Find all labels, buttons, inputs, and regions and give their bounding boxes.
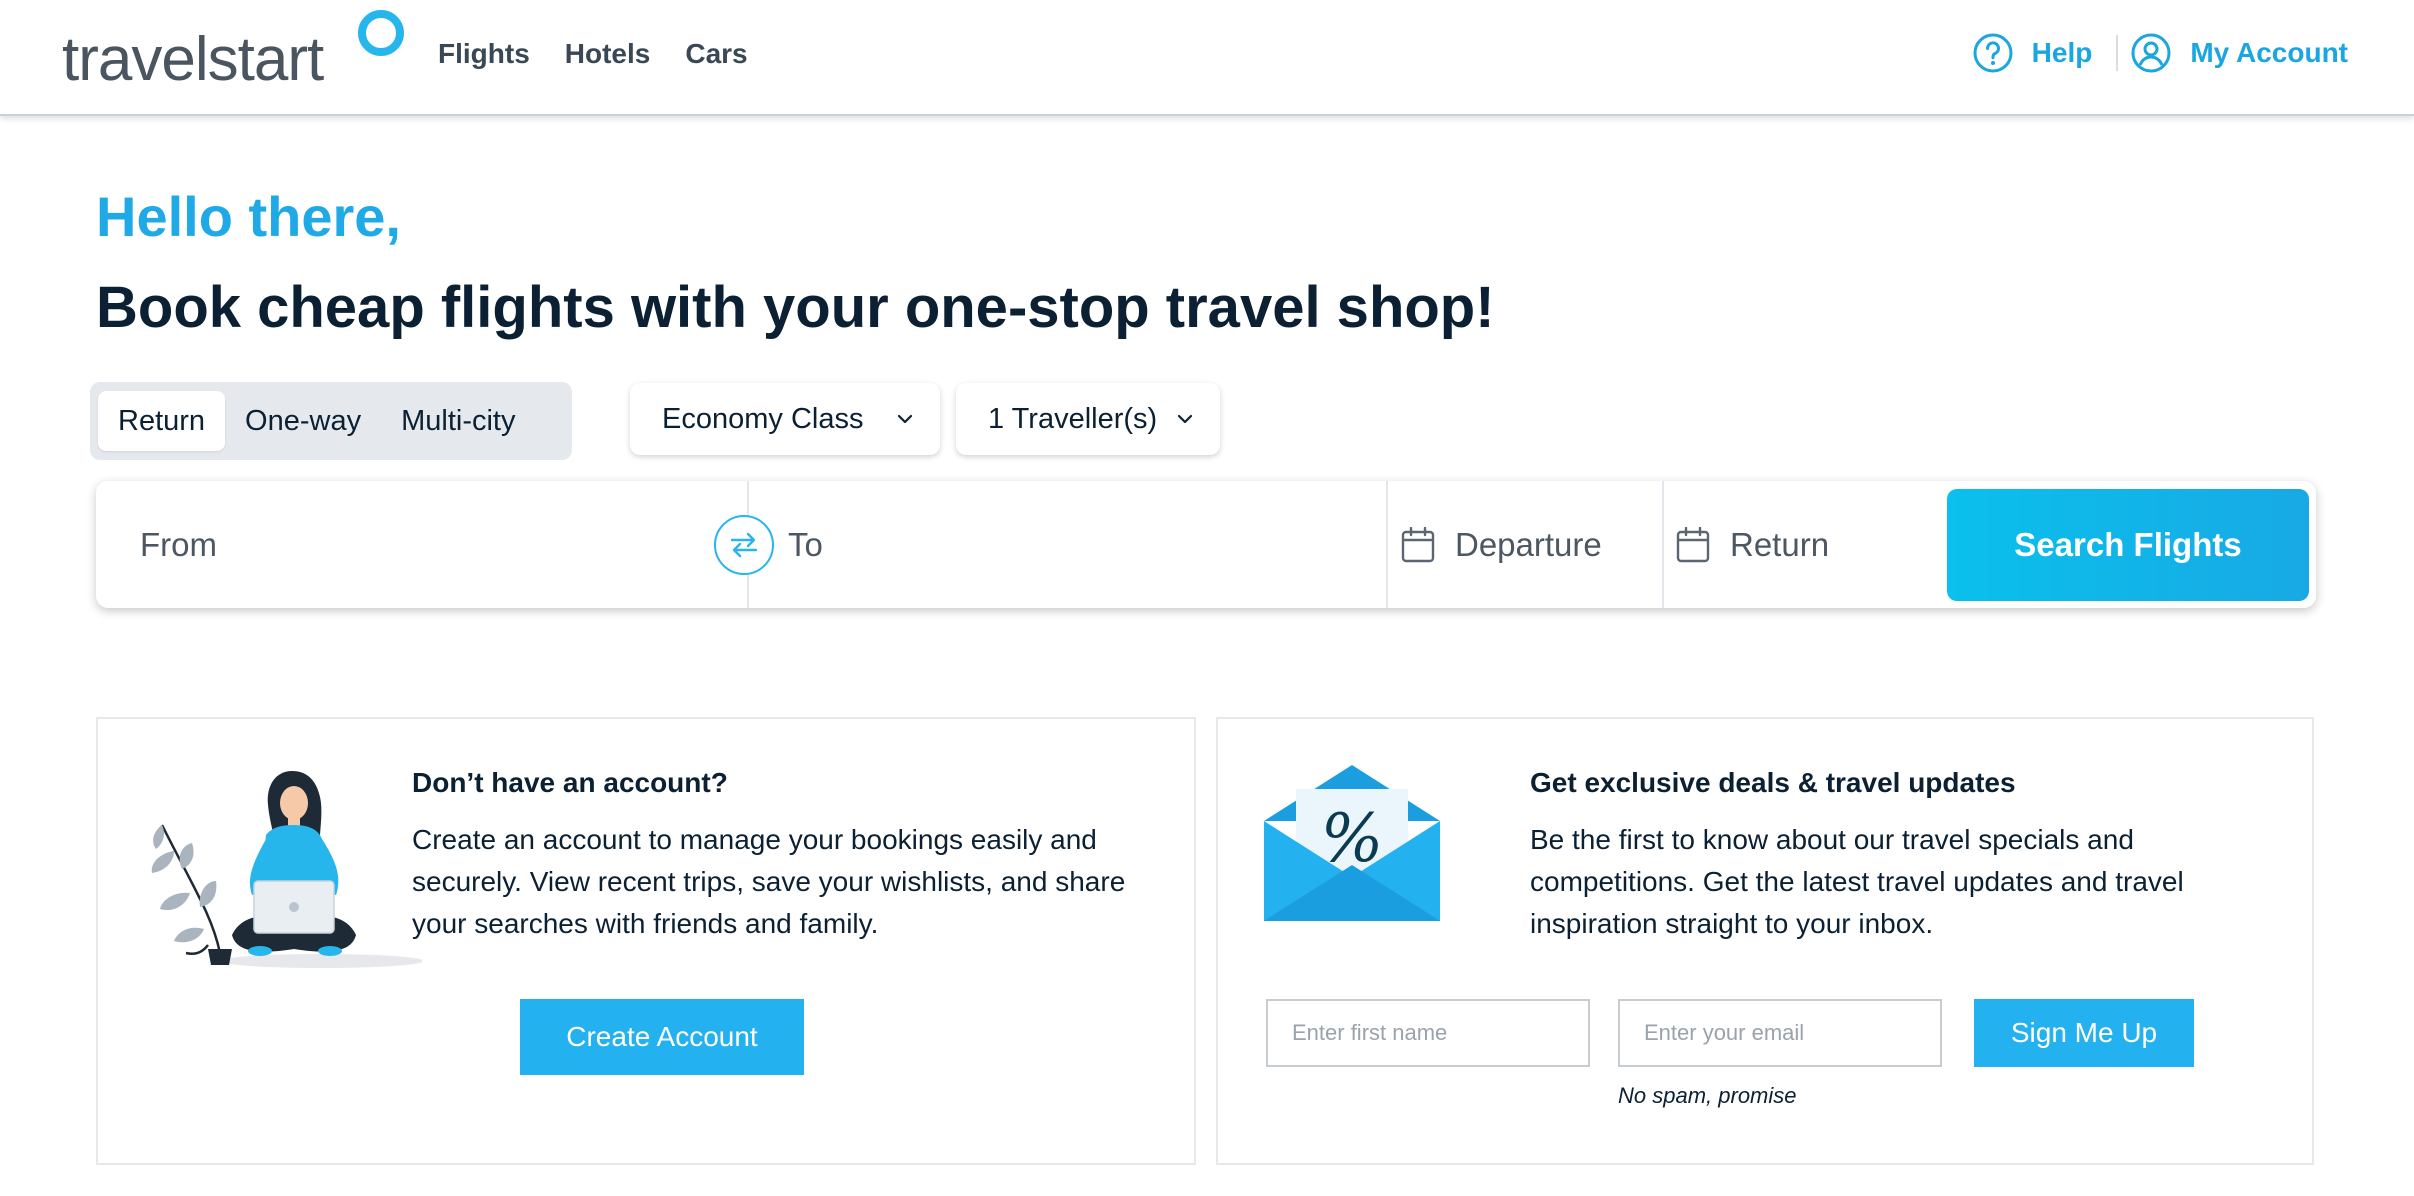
calendar-icon [1676,526,1710,562]
swap-button[interactable] [714,515,774,575]
my-account-label: My Account [2190,37,2348,68]
to-field[interactable]: To [788,481,823,608]
help-icon [1973,33,2013,73]
header-actions: Help My Account [1972,32,2348,74]
page-headline: Book cheap flights with your one-stop tr… [96,275,1495,340]
departure-field[interactable]: Departure [1401,481,1602,608]
envelope-percent-icon: % [1264,765,1440,921]
departure-label: Departure [1455,525,1602,563]
travellers-value: 1 Traveller(s) [988,402,1158,435]
field-divider [1386,481,1388,608]
return-date-label: Return [1730,525,1830,563]
chevron-down-icon [897,414,913,424]
from-field[interactable]: From [140,481,217,608]
account-card-title: Don’t have an account? [412,767,728,798]
trip-type-return[interactable]: Return [98,391,226,451]
create-account-button[interactable]: Create Account [520,999,804,1075]
trip-type-toggle: Return One-way Multi-city [90,382,572,460]
calendar-icon [1401,526,1435,562]
header-divider [2116,35,2119,71]
help-label: Help [2031,37,2093,68]
email-input[interactable] [1618,999,1942,1067]
sign-me-up-button[interactable]: Sign Me Up [1974,999,2194,1067]
travellers-dropdown[interactable]: 1 Traveller(s) [956,383,1220,455]
main-nav: Flights Hotels Cars [438,38,748,70]
logo-ring-icon [358,10,404,56]
cabin-class-dropdown[interactable]: Economy Class [630,383,940,455]
logo-wordmark: travelstart [62,25,324,94]
flight-search-bar: From To Departure Return Search Flights [96,481,2316,608]
trip-type-one-way[interactable]: One-way [225,391,381,451]
no-spam-note: No spam, promise [1618,1083,1797,1108]
greeting: Hello there, [96,185,401,248]
nav-flights[interactable]: Flights [438,38,530,70]
user-icon [2131,33,2171,73]
nav-hotels[interactable]: Hotels [565,38,651,70]
site-header: travelstart Flights Hotels Cars Help My … [0,0,2414,116]
account-card-body: Create an account to manage your booking… [412,824,1126,939]
return-date-field[interactable]: Return [1676,481,1829,608]
search-flights-button[interactable]: Search Flights [1947,489,2309,601]
help-link[interactable]: Help [1972,32,2093,74]
woman-laptop-illustration [151,771,422,968]
create-account-card: Don’t have an account? Create an account… [96,717,1196,1165]
chevron-down-icon [1177,414,1193,424]
newsletter-card-title: Get exclusive deals & travel updates [1530,767,2016,798]
newsletter-card: % Get exclusive deals & travel updates B… [1216,717,2314,1165]
my-account-link[interactable]: My Account [2130,32,2348,74]
cabin-class-value: Economy Class [662,402,864,435]
newsletter-card-body: Be the first to know about our travel sp… [1530,824,2184,939]
swap-arrows-icon [730,532,758,558]
nav-cars[interactable]: Cars [685,38,747,70]
first-name-input[interactable] [1266,999,1590,1067]
field-divider [1662,481,1664,608]
trip-type-multi-city[interactable]: Multi-city [381,391,535,451]
